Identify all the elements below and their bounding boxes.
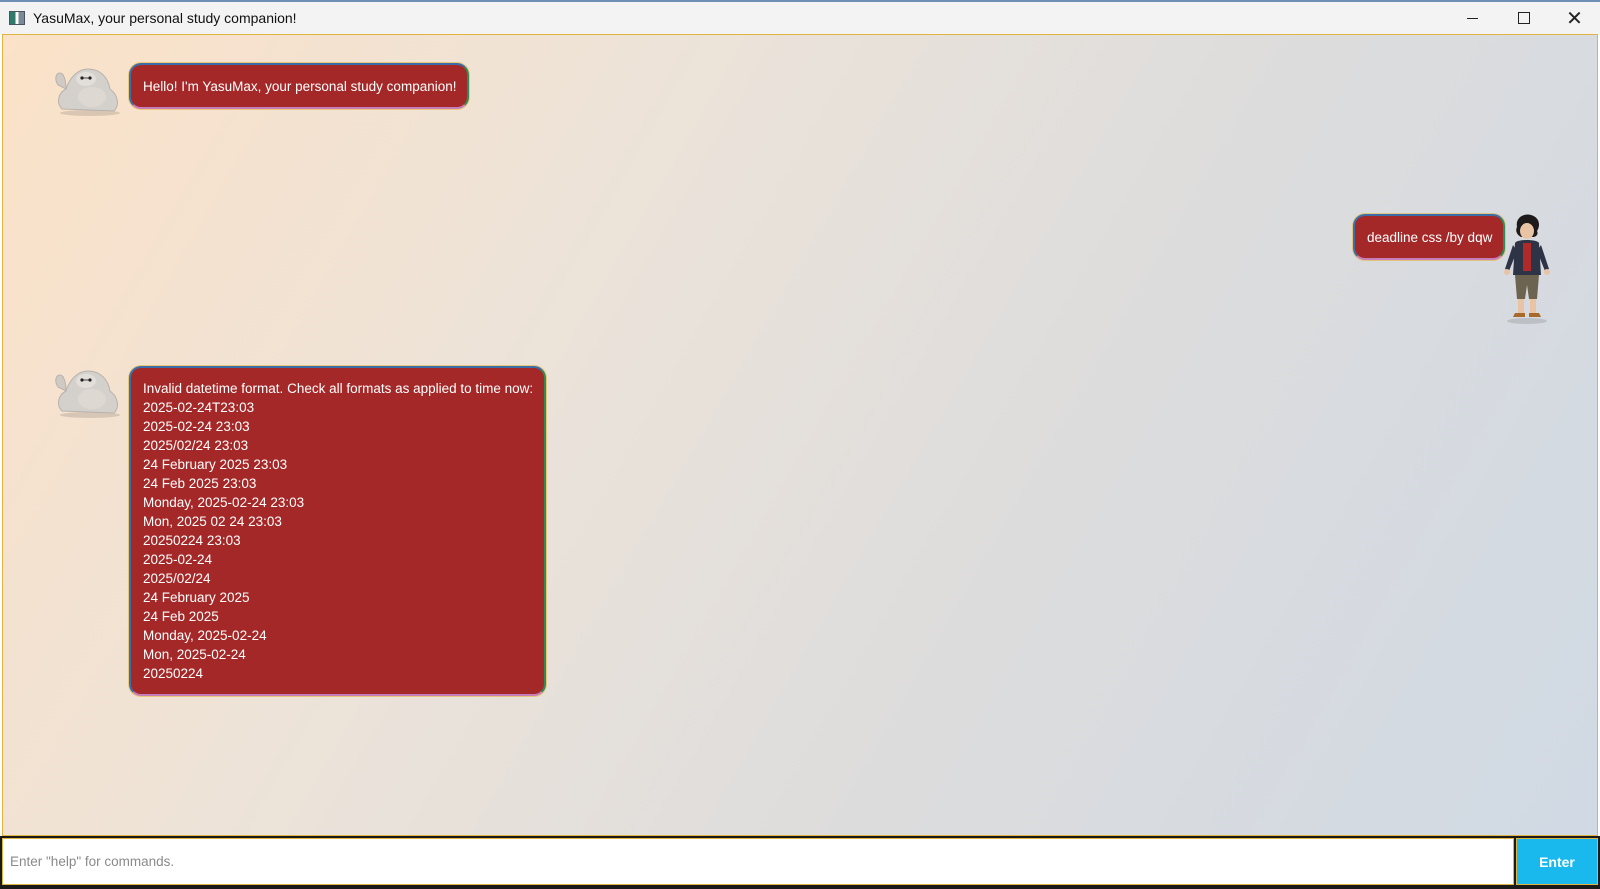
message-line: 20250224 [143, 666, 204, 681]
bot-message-bubble: Invalid datetime format. Check all forma… [129, 366, 547, 696]
message-text: Hello! I'm YasuMax, your personal study … [143, 79, 457, 94]
window-title: YasuMax, your personal study companion! [33, 10, 297, 26]
message-line: Monday, 2025-02-24 23:03 [143, 495, 305, 510]
message-line: 2025-02-24T23:03 [143, 400, 255, 415]
window-controls: ✕ [1447, 2, 1600, 34]
close-button[interactable]: ✕ [1549, 2, 1600, 34]
bot-message-bubble: Hello! I'm YasuMax, your personal study … [129, 63, 470, 109]
enter-button[interactable]: Enter [1516, 838, 1598, 885]
user-message-bubble: deadline css /by dqw [1353, 214, 1506, 260]
message-line: 24 Feb 2025 23:03 [143, 476, 257, 491]
user-avatar-icon [1504, 214, 1550, 324]
minimize-button[interactable] [1447, 2, 1498, 34]
bot-avatar-icon [55, 68, 120, 116]
message-line: 2025/02/24 [143, 571, 211, 586]
message-line: 24 February 2025 [143, 590, 250, 605]
message-line: 2025/02/24 23:03 [143, 438, 249, 453]
chat-area[interactable]: Hello! I'm YasuMax, your personal study … [2, 34, 1598, 836]
message-line: Mon, 2025-02-24 [143, 647, 246, 662]
message-line: 24 Feb 2025 [143, 609, 219, 624]
title-bar[interactable]: YasuMax, your personal study companion! … [0, 0, 1600, 34]
message-line: 2025-02-24 [143, 552, 213, 567]
minimize-icon [1467, 17, 1478, 19]
message-line: 20250224 23:03 [143, 533, 241, 548]
app-window: YasuMax, your personal study companion! … [0, 0, 1600, 889]
maximize-button[interactable] [1498, 2, 1549, 34]
message-line: Mon, 2025 02 24 23:03 [143, 514, 282, 529]
message-line: 24 February 2025 23:03 [143, 457, 288, 472]
bot-avatar-icon [55, 370, 120, 418]
app-icon [9, 11, 25, 25]
command-input[interactable] [2, 838, 1514, 885]
message-line: 2025-02-24 23:03 [143, 419, 250, 434]
message-line: Monday, 2025-02-24 [143, 628, 267, 643]
message-line: Invalid datetime format. Check all forma… [143, 381, 534, 396]
input-bar: Enter [0, 836, 1600, 889]
message-text: deadline css /by dqw [1367, 230, 1493, 245]
maximize-icon [1517, 12, 1530, 24]
close-icon: ✕ [1566, 6, 1583, 30]
